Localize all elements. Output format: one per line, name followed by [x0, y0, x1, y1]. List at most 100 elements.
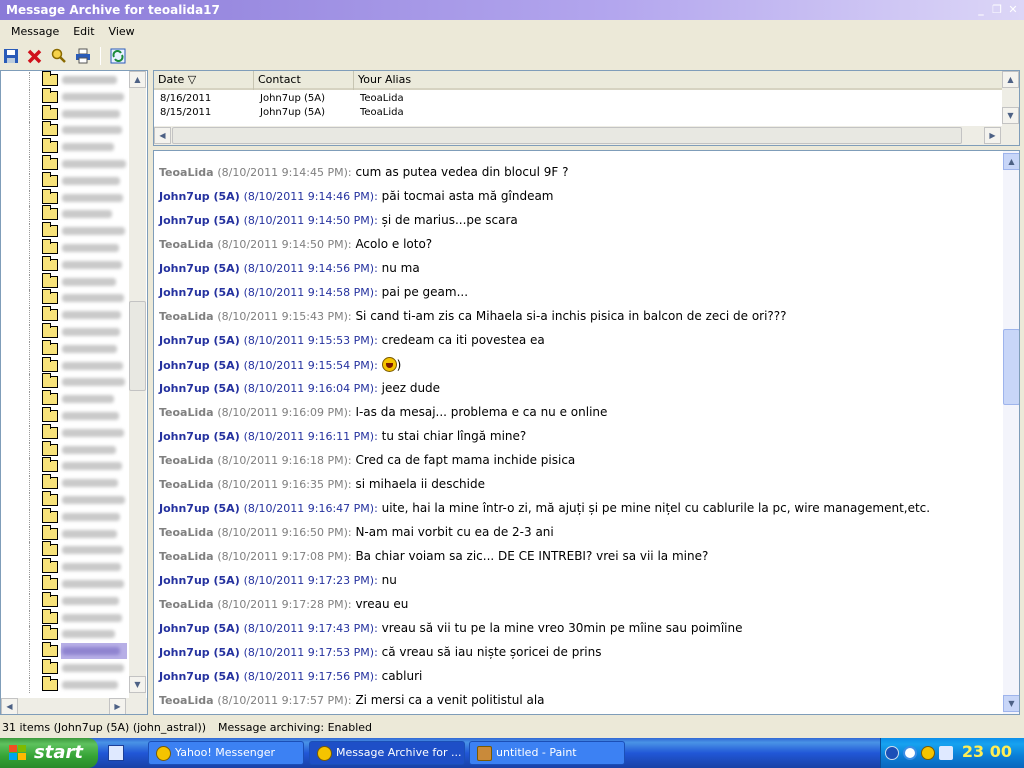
- scroll-right-icon[interactable]: ▶: [984, 127, 1001, 144]
- tree-item[interactable]: [1, 171, 131, 189]
- scroll-left-icon[interactable]: ◀: [1, 698, 18, 714]
- scroll-up-icon[interactable]: ▲: [1003, 153, 1019, 170]
- tree-item[interactable]: [1, 272, 131, 290]
- tree-item[interactable]: [1, 659, 131, 676]
- tree-item[interactable]: [1, 507, 131, 525]
- folder-icon: [42, 306, 58, 322]
- scroll-right-icon[interactable]: ▶: [109, 698, 126, 714]
- tree-item[interactable]: [1, 155, 131, 172]
- folder-icon: [42, 323, 58, 338]
- folder-icon: [42, 474, 58, 490]
- folder-icon: [42, 675, 58, 691]
- column-alias[interactable]: Your Alias: [354, 71, 1004, 90]
- tree-item[interactable]: [1, 104, 131, 122]
- menu-edit[interactable]: Edit: [66, 22, 101, 42]
- tree-item[interactable]: [1, 255, 131, 273]
- tree-item[interactable]: [1, 524, 131, 542]
- tree-item[interactable]: [1, 121, 131, 139]
- tree-item[interactable]: [1, 541, 131, 559]
- column-contact[interactable]: Contact: [254, 71, 354, 90]
- tree-item[interactable]: [1, 675, 131, 693]
- scroll-down-icon[interactable]: ▼: [129, 676, 146, 693]
- menu-view[interactable]: View: [102, 22, 142, 42]
- tree-item[interactable]: [1, 138, 131, 156]
- save-icon[interactable]: [2, 47, 20, 65]
- tree-item[interactable]: [1, 423, 131, 441]
- tree-item[interactable]: [1, 608, 131, 626]
- refresh-icon[interactable]: [109, 47, 127, 65]
- tree-item[interactable]: [1, 457, 131, 475]
- tree-item[interactable]: [1, 440, 131, 458]
- folder-icon: [42, 255, 58, 271]
- tree-item[interactable]: [1, 491, 131, 508]
- tree-item[interactable]: [1, 390, 131, 408]
- column-date[interactable]: Date ▽: [154, 71, 254, 90]
- menu-message[interactable]: Message: [4, 22, 66, 42]
- tree-item[interactable]: [1, 625, 131, 643]
- tree-item[interactable]: [1, 558, 131, 576]
- sender-name: John7up (5A): [159, 334, 240, 347]
- blurred-contact-name: [62, 277, 116, 286]
- tray-arrow-icon[interactable]: [885, 746, 899, 760]
- scroll-up-icon[interactable]: ▲: [129, 71, 146, 88]
- sender-name: John7up (5A): [159, 430, 240, 443]
- scroll-down-icon[interactable]: ▼: [1002, 107, 1019, 124]
- tree-item[interactable]: [1, 642, 131, 660]
- minimize-icon[interactable]: _: [974, 3, 988, 17]
- tree-item[interactable]: [1, 239, 131, 256]
- restore-icon[interactable]: ❐: [990, 3, 1004, 17]
- yahoo-smiley-icon: [317, 746, 332, 761]
- tray-yahoo-icon[interactable]: [921, 746, 935, 760]
- tree-horizontal-scrollbar[interactable]: ◀ ▶: [1, 698, 147, 714]
- tree-item[interactable]: [1, 205, 131, 223]
- tree-line: [29, 105, 30, 122]
- tree-item[interactable]: [1, 323, 131, 340]
- archive-list[interactable]: Date ▽ Contact Your Alias 8/16/2011 John…: [153, 70, 1020, 146]
- folder-icon: [42, 87, 58, 103]
- tree-item[interactable]: [1, 71, 131, 88]
- blurred-contact-name: [62, 378, 125, 387]
- sender-name: John7up (5A): [159, 502, 240, 515]
- scroll-thumb[interactable]: [129, 301, 146, 391]
- tray-network-icon[interactable]: [903, 746, 917, 760]
- tree-item[interactable]: [1, 222, 131, 240]
- task-paint[interactable]: untitled - Paint: [469, 741, 625, 765]
- tree-item[interactable]: [1, 289, 131, 307]
- tree-item[interactable]: [1, 356, 131, 374]
- table-row[interactable]: 8/15/2011 John7up (5A) TeoaLida: [154, 107, 554, 120]
- tray-display-icon[interactable]: [939, 746, 953, 760]
- start-button[interactable]: start: [0, 738, 98, 768]
- tree-item[interactable]: [1, 188, 131, 206]
- tree-item[interactable]: [1, 575, 131, 592]
- message-text: pai pe geam...: [381, 285, 469, 299]
- media-player-icon[interactable]: [108, 745, 124, 761]
- find-icon[interactable]: [50, 47, 68, 65]
- tree-item[interactable]: [1, 591, 131, 609]
- close-icon[interactable]: ✕: [1006, 3, 1020, 17]
- list-horizontal-scrollbar[interactable]: ◀ ▶: [154, 126, 1019, 145]
- folder-icon: [42, 171, 58, 187]
- scroll-thumb[interactable]: [1003, 329, 1019, 405]
- blurred-contact-name: [62, 529, 117, 538]
- scroll-up-icon[interactable]: ▲: [1002, 71, 1019, 88]
- scroll-thumb[interactable]: [172, 127, 962, 144]
- contacts-tree[interactable]: ▲ ▼ ◀ ▶: [0, 70, 148, 715]
- scroll-left-icon[interactable]: ◀: [154, 127, 171, 144]
- tree-item[interactable]: [1, 373, 131, 391]
- task-yahoo-messenger[interactable]: Yahoo! Messenger: [148, 741, 304, 765]
- tree-vertical-scrollbar[interactable]: ▲ ▼: [129, 71, 146, 698]
- scroll-down-icon[interactable]: ▼: [1003, 695, 1019, 712]
- table-row[interactable]: 8/16/2011 John7up (5A) TeoaLida: [154, 93, 554, 106]
- print-icon[interactable]: [74, 47, 92, 65]
- tree-item[interactable]: [1, 87, 131, 105]
- tree-item[interactable]: [1, 474, 131, 492]
- list-vertical-scrollbar[interactable]: ▲ ▼: [1002, 71, 1019, 126]
- conversation-view[interactable]: TeoaLida (8/10/2011 9:14:45 PM): cum as …: [153, 150, 1020, 715]
- task-message-archive[interactable]: Message Archive for ...: [309, 741, 465, 765]
- tree-item[interactable]: [1, 407, 131, 424]
- message-timestamp: (8/10/2011 9:15:43 PM):: [217, 310, 352, 323]
- chat-vertical-scrollbar[interactable]: ▲ ▼: [1003, 151, 1019, 714]
- delete-icon[interactable]: [26, 47, 44, 65]
- tree-item[interactable]: [1, 339, 131, 357]
- tree-item[interactable]: [1, 306, 131, 324]
